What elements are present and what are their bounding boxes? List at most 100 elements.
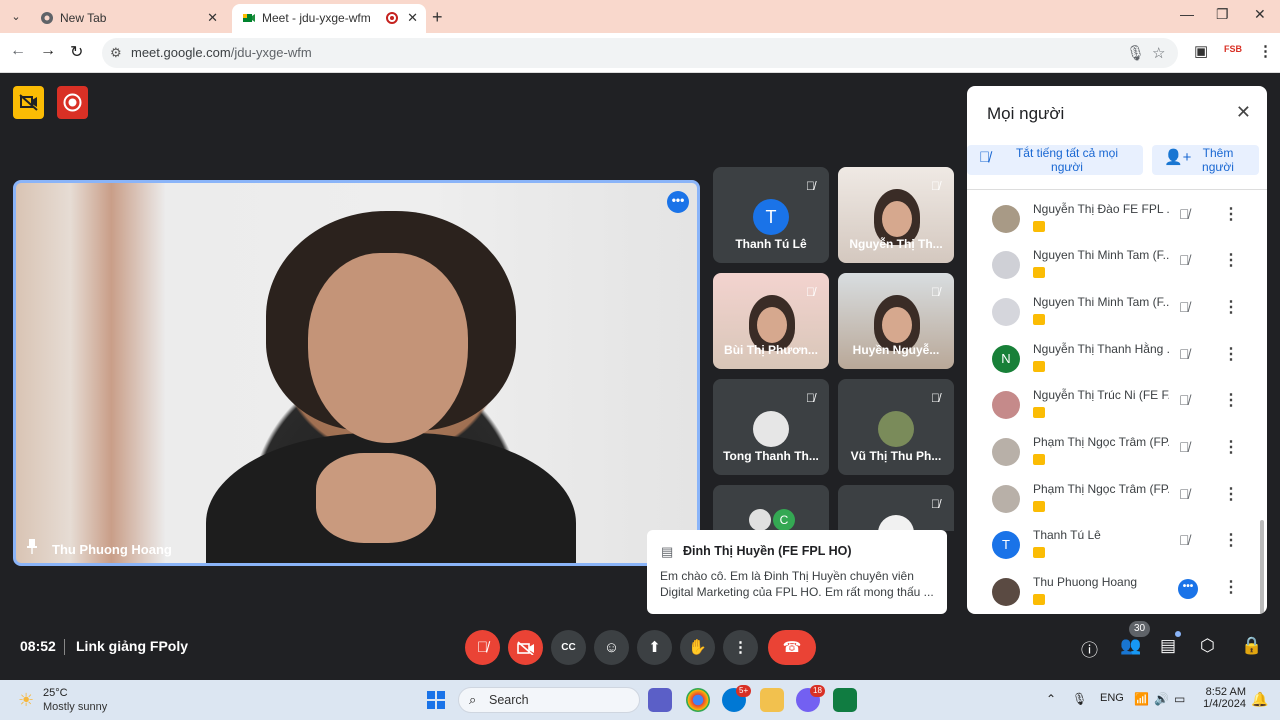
info-icon[interactable]: ⓘ <box>1081 636 1098 661</box>
more-options-button[interactable]: ⋮ <box>723 630 758 665</box>
chevron-up-icon[interactable]: ⌃ <box>1046 692 1056 706</box>
browser-menu-icon[interactable]: ⋮ <box>1258 42 1273 60</box>
more-options-icon[interactable]: ••• <box>667 191 689 213</box>
main-speaker-tile[interactable]: ••• Thu Phuong Hoang <box>13 180 700 566</box>
tab-new-tab[interactable]: New Tab ✕ <box>30 4 226 33</box>
activities-icon[interactable]: ⬡ <box>1200 636 1215 656</box>
mic-off-icon[interactable]: 🎙̸ <box>1179 439 1190 455</box>
bookmark-star-icon[interactable]: ☆ <box>1152 44 1165 62</box>
camera-toggle-button[interactable] <box>508 630 543 665</box>
participant-tile[interactable]: 🎙̸ Huyền Nguyễ... <box>838 273 954 369</box>
extension-icon[interactable]: FSB <box>1224 44 1242 54</box>
person-name: Nguyen Thi Minh Tam (F... <box>1033 295 1169 309</box>
excel-icon[interactable] <box>833 688 857 712</box>
minimize-icon[interactable]: — <box>1180 6 1194 22</box>
weather-condition[interactable]: Mostly sunny <box>43 701 107 713</box>
participant-tile[interactable]: C <box>713 485 829 531</box>
back-icon[interactable]: ← <box>10 42 26 60</box>
mic-off-icon[interactable]: 🎙̸ <box>1179 532 1190 548</box>
list-item[interactable]: Nguyễn Thị Đào FE FPL ... 🎙̸ ⋮ <box>967 202 1257 248</box>
participant-tile[interactable]: 🎙̸ Bùi Thị Phươn... <box>713 273 829 369</box>
host-controls-icon[interactable]: 🔒 <box>1241 636 1262 656</box>
recording-badge-icon[interactable] <box>57 86 88 119</box>
tab-close-icon[interactable]: ✕ <box>207 10 218 26</box>
emoji-button[interactable]: ☺ <box>594 630 629 665</box>
more-options-icon[interactable]: ⋮ <box>1223 530 1239 550</box>
mute-all-button[interactable]: 🎙̸ Tắt tiếng tất cả mọi người <box>967 145 1143 175</box>
more-vert-icon: ⋮ <box>733 639 748 656</box>
url-text[interactable]: meet.google.com/jdu-yxge-wfm <box>131 45 312 60</box>
new-tab-plus-icon[interactable]: + <box>432 7 443 28</box>
tab-search-chevron-icon[interactable]: ⌄ <box>6 7 26 27</box>
volume-icon[interactable]: 🔊 <box>1154 692 1169 706</box>
notification-bell-icon[interactable]: 🔔 <box>1251 691 1268 708</box>
participant-tile[interactable]: 🎙̸ Tong Thanh Th... <box>713 379 829 475</box>
tab-title: Meet - jdu-yxge-wfm <box>262 11 371 25</box>
list-item[interactable]: Nguyen Thi Minh Tam (F... 🎙̸ ⋮ <box>967 248 1257 294</box>
participant-tile[interactable]: 🎙̸ Nguyễn Thị Th... <box>838 167 954 263</box>
list-item[interactable]: Nguyễn Thị Trúc Ni (FE F... 🎙̸ ⋮ <box>967 388 1257 434</box>
microphone-icon[interactable]: 🎙 <box>1126 44 1145 62</box>
more-options-icon[interactable]: ⋮ <box>1223 297 1239 317</box>
more-options-icon[interactable]: ⋮ <box>1223 344 1239 364</box>
forward-icon[interactable]: → <box>40 42 56 60</box>
temperature[interactable]: 25°C <box>43 687 68 699</box>
people-icon[interactable]: 👥 <box>1120 636 1141 656</box>
raise-hand-button[interactable]: ✋ <box>680 630 715 665</box>
microphone-icon[interactable]: 🎙 <box>1072 692 1087 706</box>
wifi-icon[interactable]: 📶 <box>1134 692 1149 706</box>
more-options-icon[interactable]: ⋮ <box>1223 390 1239 410</box>
language-indicator[interactable]: ENG <box>1100 692 1124 704</box>
list-item[interactable]: Phạm Thị Ngọc Trâm (FP... 🎙̸ ⋮ <box>967 435 1257 481</box>
chat-notification[interactable]: ▤ Đinh Thị Huyền (FE FPL HO) Em chào cô.… <box>647 530 947 614</box>
mic-off-icon[interactable]: 🎙̸ <box>1179 252 1190 268</box>
reload-icon[interactable]: ↻ <box>70 42 83 62</box>
more-options-icon[interactable]: ⋮ <box>1223 484 1239 504</box>
mic-off-icon[interactable]: 🎙̸ <box>1179 206 1190 222</box>
battery-icon[interactable]: ▭ <box>1174 692 1185 706</box>
mic-off-icon[interactable]: 🎙̸ <box>1179 486 1190 502</box>
no-video-badge-icon[interactable] <box>13 86 44 119</box>
windows-start-icon[interactable] <box>427 691 445 709</box>
file-explorer-icon[interactable] <box>760 688 784 712</box>
site-info-icon[interactable]: ⚙ <box>110 45 122 61</box>
maximize-icon[interactable]: ❐ <box>1216 6 1229 23</box>
mic-off-icon: 🎙̸ <box>979 149 991 166</box>
side-panel-icon[interactable]: ▣ <box>1194 42 1208 60</box>
clock-time: 8:52 AM <box>1205 686 1246 698</box>
mic-off-icon[interactable]: 🎙̸ <box>1179 346 1190 362</box>
present-button[interactable]: ⬆ <box>637 630 672 665</box>
weather-sun-icon[interactable]: ☀ <box>18 690 34 711</box>
mic-off-icon[interactable]: 🎙̸ <box>1179 299 1190 315</box>
chat-message: Em chào cô. Em là Đinh Thị Huyền chuyên … <box>660 569 934 599</box>
chat-icon[interactable]: ▤ <box>1160 636 1176 656</box>
participant-tile[interactable]: 🎙̸ T Thanh Tú Lê <box>713 167 829 263</box>
tab-meet[interactable]: Meet - jdu-yxge-wfm ✕ <box>232 4 426 33</box>
participant-tile[interactable]: 🎙̸ <box>838 485 954 531</box>
list-item[interactable]: Phạm Thị Ngọc Trâm (FP... 🎙̸ ⋮ <box>967 482 1257 528</box>
tab-close-icon[interactable]: ✕ <box>407 10 418 26</box>
leave-call-button[interactable]: ☎ <box>768 630 816 665</box>
list-item[interactable]: Thu Phuong Hoang ••• ⋮ <box>967 575 1257 614</box>
teams-icon[interactable] <box>648 688 672 712</box>
close-panel-icon[interactable]: ✕ <box>1236 102 1251 123</box>
more-options-icon[interactable]: ⋮ <box>1223 577 1239 597</box>
person-name: Nguyễn Thị Thanh Hằng ... <box>1033 342 1169 356</box>
more-options-icon[interactable]: ⋮ <box>1223 250 1239 270</box>
mic-off-icon[interactable]: 🎙̸ <box>1179 392 1190 408</box>
list-item[interactable]: N Nguyễn Thị Thanh Hằng ... 🎙̸ ⋮ <box>967 342 1257 388</box>
list-item[interactable]: Nguyen Thi Minh Tam (F... 🎙̸ ⋮ <box>967 295 1257 341</box>
scrollbar[interactable] <box>1260 520 1264 614</box>
taskbar-search[interactable]: ⌕ Search <box>458 687 640 713</box>
more-options-icon[interactable]: ⋮ <box>1223 204 1239 224</box>
clock[interactable]: 8:52 AM 1/4/2024 <box>1202 686 1246 710</box>
captions-button[interactable]: CC <box>551 630 586 665</box>
mic-toggle-button[interactable]: 🎙̸ <box>465 630 500 665</box>
participant-tile[interactable]: 🎙̸ Vũ Thị Thu Ph... <box>838 379 954 475</box>
address-bar[interactable]: ⚙ meet.google.com/jdu-yxge-wfm 🎙 ☆ <box>102 38 1178 68</box>
chrome-icon[interactable] <box>686 688 710 712</box>
window-close-icon[interactable]: ✕ <box>1254 6 1266 23</box>
add-people-button[interactable]: 👤+ Thêm người <box>1152 145 1259 175</box>
list-item[interactable]: T Thanh Tú Lê 🎙̸ ⋮ <box>967 528 1257 574</box>
more-options-icon[interactable]: ⋮ <box>1223 437 1239 457</box>
